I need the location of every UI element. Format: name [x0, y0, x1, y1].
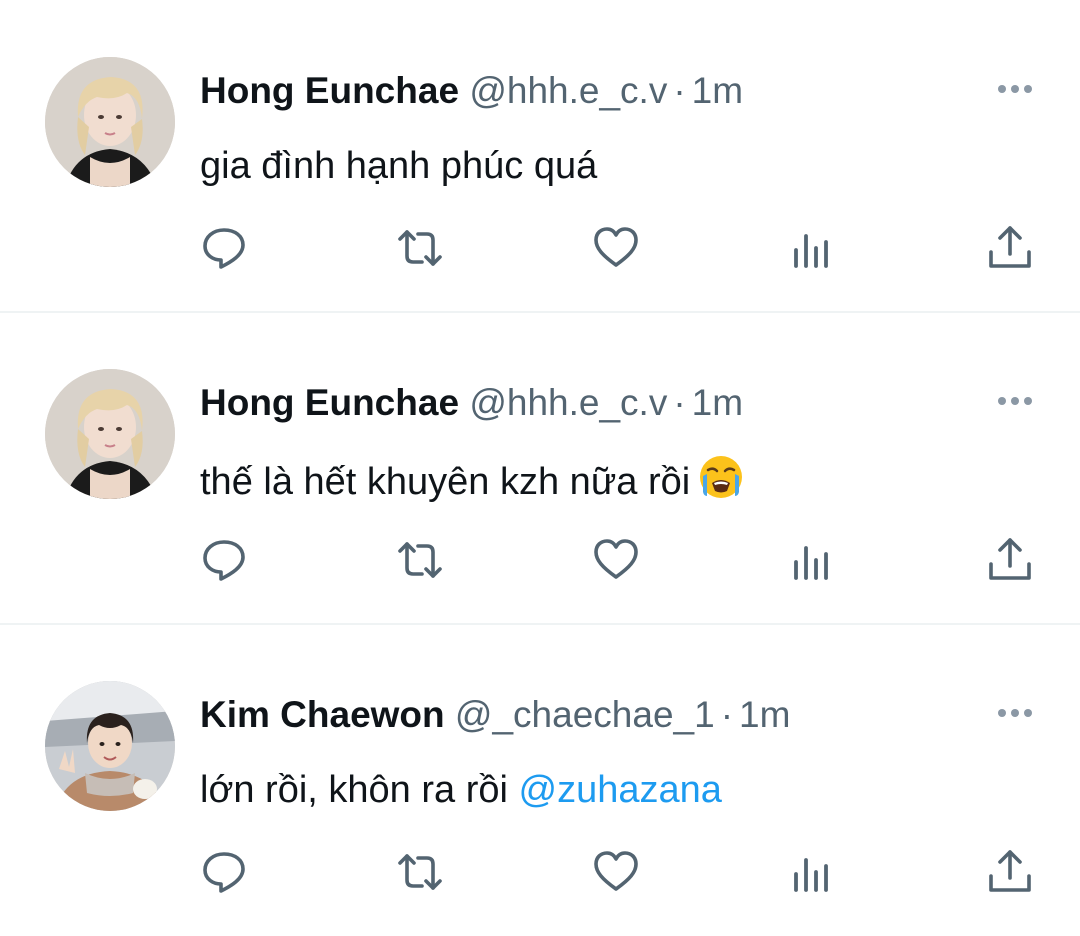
retweet-icon[interactable]: [394, 534, 446, 586]
more-horizontal-icon[interactable]: [998, 392, 1036, 410]
timestamp[interactable]: 1m: [692, 382, 743, 423]
tweet-text: lớn rồi, khôn ra rồi @zuhazana: [200, 764, 722, 816]
heart-icon[interactable]: [590, 534, 642, 586]
retweet-icon[interactable]: [394, 222, 446, 274]
display-name[interactable]: Kim Chaewon: [200, 694, 445, 735]
tweet-text-content: lớn rồi, khôn ra rồi: [200, 769, 519, 811]
share-icon[interactable]: [984, 222, 1036, 274]
tweet-actions: [0, 846, 1080, 898]
avatar[interactable]: [45, 681, 175, 811]
reply-icon[interactable]: [198, 222, 250, 274]
mention-link[interactable]: @zuhazana: [519, 769, 722, 811]
tweet-header: Kim Chaewon @_chaechae_1 · 1m: [200, 692, 790, 738]
user-handle[interactable]: @_chaechae_1: [455, 694, 715, 735]
avatar[interactable]: [45, 57, 175, 187]
heart-icon[interactable]: [590, 846, 642, 898]
display-name[interactable]: Hong Eunchae: [200, 382, 459, 423]
separator-dot: ·: [673, 70, 686, 111]
separator-dot: ·: [720, 694, 734, 735]
retweet-icon[interactable]: [394, 846, 446, 898]
views-chart-icon[interactable]: [786, 534, 838, 586]
tweet-text: gia đình hạnh phúc quá: [200, 140, 597, 192]
tweet[interactable]: Kim Chaewon @_chaechae_1 · 1m lớn rồi, khô…: [0, 624, 1080, 936]
views-chart-icon[interactable]: [786, 846, 838, 898]
user-handle[interactable]: @hhh.e_c.v: [469, 382, 667, 423]
share-icon[interactable]: [984, 534, 1036, 586]
heart-icon[interactable]: [590, 222, 642, 274]
more-horizontal-icon[interactable]: [998, 704, 1036, 722]
tweet-actions: [0, 534, 1080, 586]
tweet-actions: [0, 222, 1080, 274]
tweet-text: thế là hết khuyên kzh nữa rồi: [200, 452, 746, 508]
user-handle[interactable]: @hhh.e_c.v: [469, 70, 667, 111]
reply-icon[interactable]: [198, 534, 250, 586]
timestamp[interactable]: 1m: [692, 70, 743, 111]
views-chart-icon[interactable]: [786, 222, 838, 274]
more-horizontal-icon[interactable]: [998, 80, 1036, 98]
separator-dot: ·: [673, 382, 686, 423]
tweet-text-content: gia đình hạnh phúc quá: [200, 145, 598, 187]
tweet-header: Hong Eunchae @hhh.e_c.v · 1m: [200, 380, 743, 426]
tweet-header: Hong Eunchae @hhh.e_c.v · 1m: [200, 68, 743, 114]
avatar[interactable]: [45, 369, 175, 499]
reply-icon[interactable]: [198, 846, 250, 898]
tweet[interactable]: Hong Eunchae @hhh.e_c.v · 1m gia đình hạnh…: [0, 0, 1080, 312]
share-icon[interactable]: [984, 846, 1036, 898]
display-name[interactable]: Hong Eunchae: [200, 70, 459, 111]
tweet[interactable]: Hong Eunchae @hhh.e_c.v · 1m thế là hết kh…: [0, 312, 1080, 624]
tweet-text-content: thế là hết khuyên kzh nữa rồi: [200, 461, 691, 503]
loudly-crying-face-icon: [696, 452, 746, 502]
tweet-feed: Hong Eunchae @hhh.e_c.v · 1m gia đình hạnh…: [0, 0, 1080, 929]
timestamp[interactable]: 1m: [739, 694, 790, 735]
